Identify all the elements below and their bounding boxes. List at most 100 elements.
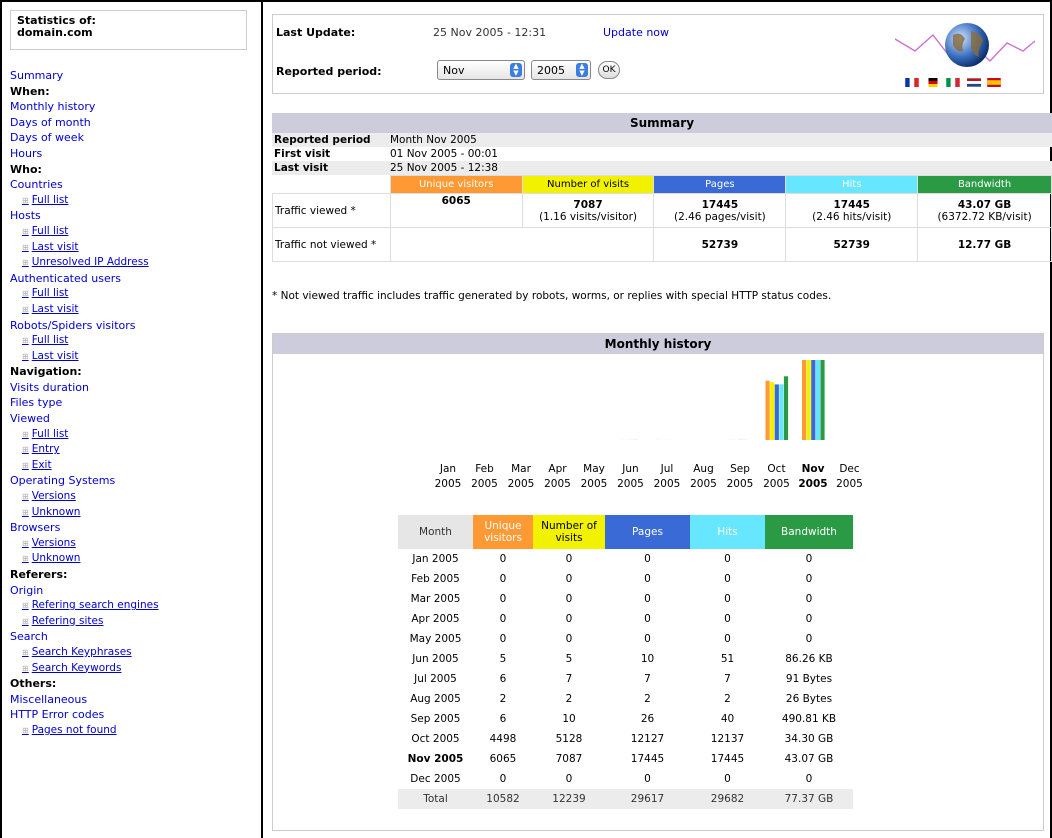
top-bar: Last Update: 25 Nov 2005 - 12:31 Update … (272, 14, 1044, 94)
submenu-bullet-icon: ⊞ (22, 663, 29, 673)
menu-sublink-label: Last visit (31, 349, 79, 362)
menu-sublink[interactable]: ⊞ Full list (10, 193, 254, 209)
menu-list: Summary When: Monthly history Days of month… (10, 68, 254, 739)
monthly-header-row: Month Unique visitors Number of visits Page… (398, 515, 853, 549)
value-cell: 6 (499, 673, 507, 685)
menu-link[interactable]: Authenticated users (10, 271, 254, 287)
total-value: 77.37 GB (765, 789, 853, 809)
menu-sublink[interactable]: ⊞ Unresolved IP Address (10, 255, 254, 271)
menu-link[interactable]: Summary (10, 68, 254, 84)
traffic-viewed-row: Traffic viewed * 6065 7087 (1.16 visits/v… (272, 193, 1052, 228)
chart-year-label: 2005 (508, 478, 535, 490)
menu-sublink[interactable]: ⊞ Versions (10, 536, 254, 552)
menu-heading: Referers: (10, 568, 68, 581)
menu-link[interactable]: Origin (10, 583, 254, 599)
value-cell: 0 (724, 633, 731, 645)
flag-de-icon[interactable] (926, 78, 940, 87)
menu-sublink[interactable]: ⊞ Pages not found (10, 723, 254, 739)
value-cell: 26 (640, 713, 655, 725)
awstats-globe-logo (895, 23, 1035, 67)
value-cell: 43.07 GB (784, 753, 834, 765)
flag-it-icon[interactable] (946, 78, 960, 87)
menu-link[interactable]: Files type (10, 395, 254, 411)
month-cell: Dec 2005 (410, 773, 461, 785)
menu-link[interactable]: Monthly history (10, 99, 254, 115)
value-cell: 0 (565, 573, 573, 585)
menu-link[interactable]: Hours (10, 146, 254, 162)
value-cell: 0 (724, 553, 731, 565)
flag-nl-icon[interactable] (966, 78, 981, 87)
menu-sublink[interactable]: ⊞ Refering sites (10, 614, 254, 630)
month-select-value: Nov (443, 64, 465, 77)
flag-es-icon[interactable] (987, 78, 1001, 87)
viewed-visits-value: 7087 (573, 198, 603, 211)
chart-bar (802, 360, 807, 440)
value-cell: 0 (805, 613, 813, 625)
submenu-bullet-icon: ⊞ (22, 445, 29, 455)
chart-year-label: 2005 (435, 478, 462, 490)
menu-sublink[interactable]: ⊞ Search Keywords (10, 661, 254, 677)
menu-link[interactable]: Viewed (10, 411, 254, 427)
menu-sublink[interactable]: ⊞ Unknown (10, 551, 254, 567)
value-cell: 0 (724, 773, 731, 785)
menu-sublink[interactable]: ⊞ Full list (10, 427, 254, 443)
submenu-bullet-icon: ⊞ (22, 336, 29, 346)
year-select-arrow-icon: ▲ ▼ (576, 63, 588, 77)
reported-period-row: Reported period Month Nov 2005 (272, 133, 1052, 147)
menu-sublink[interactable]: ⊞ Exit (10, 458, 254, 474)
value-cell: 0 (499, 553, 507, 565)
menu-sublink[interactable]: ⊞ Versions (10, 489, 254, 505)
menu-sublink[interactable]: ⊞ Full list (10, 286, 254, 302)
menu-link[interactable]: Miscellaneous (10, 692, 254, 708)
value-cell: 10 (640, 653, 655, 665)
menu-link[interactable]: Days of week (10, 130, 254, 146)
value-cell: 0 (644, 773, 651, 785)
menu-link[interactable]: Operating Systems (10, 473, 254, 489)
chart-month-label: Aug (693, 463, 714, 475)
pages-header: Pages (653, 175, 787, 194)
menu-link[interactable]: Visits duration (10, 380, 254, 396)
update-now-link[interactable]: Update now (603, 26, 669, 39)
menu-sublink[interactable]: ⊞ Refering search engines (10, 598, 254, 614)
value-cell: 10 (562, 713, 576, 725)
number-of-visits-header: Number of visits (521, 175, 655, 194)
menu-heading: Others: (10, 677, 57, 691)
summary-header-row: Unique visitors Number of visits Pages H… (272, 175, 1052, 194)
submenu-bullet-icon: ⊞ (22, 492, 29, 502)
menu-sublink[interactable]: ⊞ Entry (10, 442, 254, 458)
menu-sublink[interactable]: ⊞ Unknown (10, 505, 254, 521)
menu-sublink[interactable]: ⊞ Search Keyphrases (10, 645, 254, 661)
menu-heading: Navigation: (10, 365, 82, 379)
month-cell: Mar 2005 (410, 593, 461, 605)
value-cell: 7087 (555, 753, 583, 765)
menu-sublink[interactable]: ⊞ Last visit (10, 349, 254, 365)
chart-bar (779, 384, 784, 440)
month-select-arrow-icon: ▲ ▼ (510, 63, 522, 77)
table-row: Jul 2005 6 7 7 7 91 Bytes (398, 669, 853, 689)
menu-sublink-label: Full list (31, 427, 69, 440)
table-row: Apr 2005 0 0 0 0 0 (398, 609, 853, 629)
submenu-bullet-icon: ⊞ (22, 195, 29, 205)
menu-sublink[interactable]: ⊞ Full list (10, 333, 254, 349)
value-cell: 0 (805, 773, 813, 785)
flag-fr-icon[interactable] (905, 78, 919, 87)
ok-button[interactable]: OK (598, 61, 620, 79)
chart-year-label: 2005 (727, 478, 754, 490)
year-select[interactable]: 2005 ▲ ▼ (531, 60, 591, 80)
menu-link[interactable]: HTTP Error codes (10, 707, 254, 723)
menu-link[interactable]: Countries (10, 177, 254, 193)
menu-sublink[interactable]: ⊞ Full list (10, 224, 254, 240)
menu-link[interactable]: Browsers (10, 520, 254, 536)
month-select[interactable]: Nov ▲ ▼ (437, 60, 525, 80)
menu-sublink[interactable]: ⊞ Last visit (10, 240, 254, 256)
menu-sublink[interactable]: ⊞ Last visit (10, 302, 254, 318)
value-cell: 0 (565, 553, 573, 565)
month-cell: Oct 2005 (411, 733, 460, 745)
menu-link[interactable]: Days of month (10, 115, 254, 131)
value-cell: 0 (644, 553, 651, 565)
menu-link[interactable]: Hosts (10, 208, 254, 224)
value-cell: 0 (805, 553, 813, 565)
menu-sublink-label: Versions (31, 490, 76, 503)
menu-link[interactable]: Robots/Spiders visitors (10, 318, 254, 334)
menu-link[interactable]: Search (10, 629, 254, 645)
